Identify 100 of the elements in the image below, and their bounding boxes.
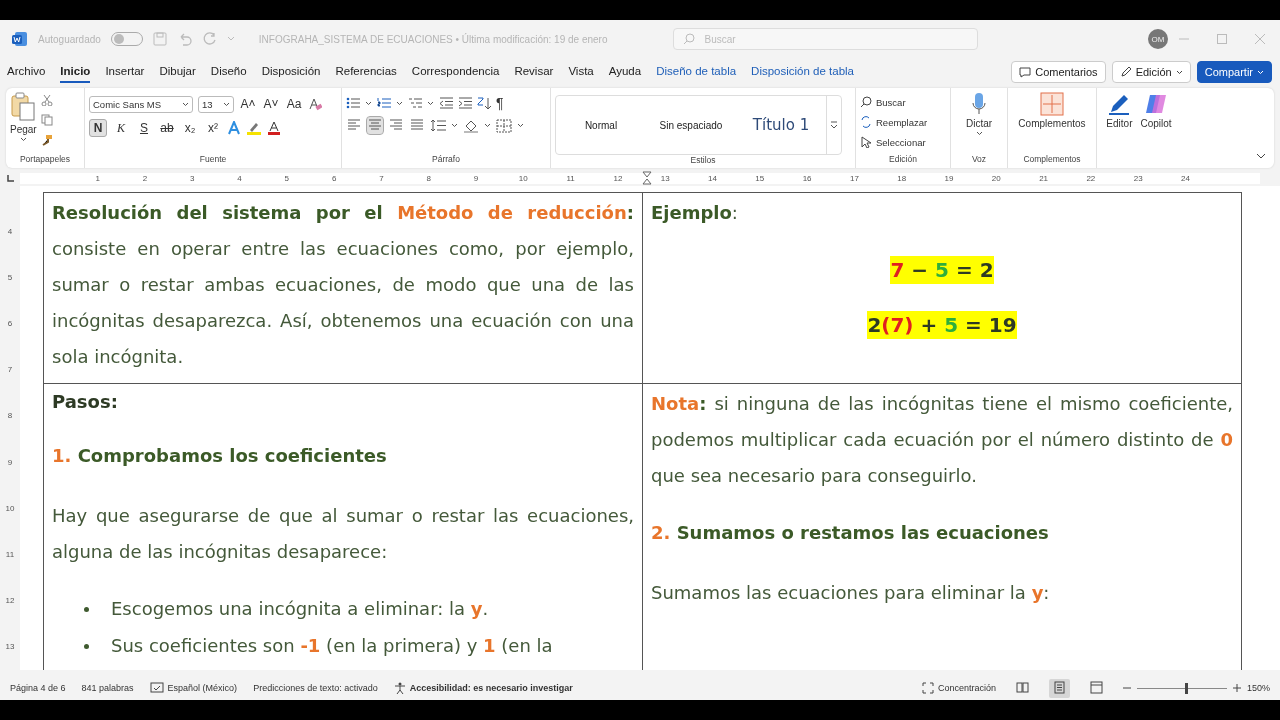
menu-tab[interactable]: Archivo — [7, 61, 46, 83]
menu-tab[interactable]: Ayuda — [608, 61, 642, 83]
plus-icon[interactable] — [1232, 684, 1241, 692]
font-name-dropdown[interactable]: Comic Sans MS — [89, 95, 193, 113]
ruler-number: 21 — [1039, 173, 1049, 183]
borders-icon[interactable] — [496, 118, 512, 133]
ruler-number: 5 — [7, 271, 13, 284]
menu-tab[interactable]: Insertar — [105, 61, 145, 83]
ruler-number: 13 — [660, 173, 670, 183]
add-ins-button[interactable]: Complementos — [1018, 118, 1086, 129]
zoom-level[interactable]: 150% — [1246, 683, 1270, 693]
focus-icon[interactable] — [921, 682, 934, 694]
microphone-icon[interactable] — [972, 92, 986, 116]
comments-button[interactable]: Comentarios — [1011, 61, 1106, 83]
ruler-number: 3 — [190, 173, 195, 183]
bullet-icon — [84, 643, 89, 649]
find-button[interactable]: Buscar — [860, 92, 906, 112]
menu-tab[interactable]: Disposición — [261, 61, 321, 83]
more-icon — [830, 121, 838, 129]
focus-button[interactable]: Concentración — [937, 683, 996, 693]
page-indicator[interactable]: Página 4 de 6 — [10, 683, 66, 693]
format-button[interactable]: N — [89, 119, 107, 137]
font-size-button[interactable]: A˄ — [239, 95, 257, 113]
menu-tab[interactable]: Diseño de tabla — [656, 61, 737, 83]
caret-icon — [975, 131, 983, 136]
clear-format-icon[interactable] — [308, 97, 322, 111]
style-option[interactable]: Normal — [556, 119, 646, 131]
zoom-slider-thumb[interactable] — [1185, 682, 1189, 694]
format-button[interactable]: ab — [158, 119, 176, 137]
minus-icon[interactable] — [1122, 684, 1131, 692]
style-option[interactable]: Título 1 — [736, 116, 826, 134]
copy-icon[interactable] — [40, 114, 53, 126]
menu-tab[interactable]: Vista — [568, 61, 594, 83]
menu-tab[interactable]: Disposición de tabla — [751, 61, 854, 83]
numbered-list-icon[interactable] — [377, 97, 391, 109]
collapse-ribbon-icon[interactable] — [1256, 153, 1266, 160]
ruler-number: 10 — [5, 502, 15, 515]
ruler-number: 20 — [991, 173, 1001, 183]
replace-button[interactable]: Reemplazar — [860, 112, 928, 132]
proofing-icon[interactable] — [149, 682, 164, 694]
editor-button[interactable]: Editor — [1106, 118, 1133, 129]
word-count[interactable]: 841 palabras — [81, 683, 134, 693]
word-logo-icon — [12, 31, 28, 47]
highlighted-equation: 2(7) + 5 = 19 — [867, 311, 1017, 339]
menu-tab[interactable]: Dibujar — [159, 61, 196, 83]
font-color-icon[interactable] — [267, 121, 281, 135]
cut-icon[interactable] — [40, 94, 53, 106]
share-button[interactable]: Compartir — [1196, 61, 1272, 83]
shading-icon[interactable] — [463, 118, 479, 133]
editor-icon[interactable] — [1107, 92, 1132, 116]
font-size-button[interactable]: A˅ — [262, 95, 280, 113]
select-button[interactable]: Seleccionar — [860, 132, 926, 152]
line-spacing-icon[interactable] — [430, 119, 446, 132]
tab-stop-icon[interactable] — [6, 174, 14, 182]
format-button[interactable]: K — [112, 119, 130, 137]
copilot-icon[interactable] — [1144, 92, 1169, 116]
format-button[interactable]: x² — [204, 119, 222, 137]
menu-tab[interactable]: Inicio — [60, 61, 91, 83]
sort-icon[interactable] — [477, 96, 491, 110]
ruler-number: 5 — [284, 173, 290, 183]
text-effects-icon[interactable] — [227, 121, 241, 135]
increase-indent-icon[interactable] — [458, 97, 472, 109]
multilevel-list-icon[interactable] — [408, 97, 422, 109]
editing-mode-button[interactable]: Edición — [1111, 61, 1191, 83]
group-label: Estilos — [689, 155, 717, 167]
indent-marker-icon[interactable] — [642, 171, 652, 185]
copilot-button[interactable]: Copilot — [1140, 118, 1172, 129]
autosave-toggle[interactable] — [110, 32, 143, 46]
text-predictions-label[interactable]: Predicciones de texto: activado — [253, 683, 378, 693]
paragraph-marks-button[interactable]: ¶ — [496, 95, 504, 111]
menu-tab[interactable]: Diseño — [210, 61, 247, 83]
accessibility-status[interactable]: Accesibilidad: es necesario investigar — [409, 683, 573, 693]
ruler-number: 11 — [566, 173, 575, 183]
format-button[interactable]: S — [135, 119, 153, 137]
align-center-button[interactable] — [367, 117, 383, 134]
style-option[interactable]: Sin espaciado — [646, 119, 736, 131]
menu-tab[interactable]: Referencias — [335, 61, 397, 83]
ruler-number: 8 — [426, 173, 431, 183]
user-avatar[interactable]: OM — [1148, 29, 1168, 49]
highlighter-icon[interactable] — [246, 121, 262, 135]
format-painter-icon[interactable] — [40, 134, 53, 146]
menu-tab[interactable]: Correspondencia — [411, 61, 500, 83]
font-size-dropdown[interactable]: 13 — [198, 95, 234, 113]
replace-icon — [860, 116, 872, 128]
decrease-indent-icon[interactable] — [439, 97, 453, 109]
search-field[interactable]: Buscar — [673, 28, 979, 50]
paste-icon[interactable] — [10, 92, 37, 122]
ruler-number: 22 — [1086, 173, 1096, 183]
menu-tab[interactable]: Revisar — [514, 61, 554, 83]
bullet-list-icon[interactable] — [346, 97, 360, 109]
ruler-number: 9 — [473, 173, 479, 183]
format-button[interactable]: x₂ — [181, 119, 199, 137]
font-size-button[interactable]: Aa — [285, 95, 303, 113]
paste-button[interactable]: Pegar — [10, 124, 37, 135]
paragraph: Nota: si ninguna de las incógnitas tiene el mismo coeficiente, podemos multiplicar cada ecuación por el número distinto de 0 que sea necesario para conseguirlo. — [651, 392, 1233, 488]
language-label[interactable]: Español (México) — [167, 683, 238, 693]
print-view-button[interactable] — [1048, 678, 1070, 698]
dictate-button[interactable]: Dictar — [965, 118, 993, 129]
ruler-number: 13 — [5, 641, 15, 654]
accessibility-icon[interactable] — [393, 682, 406, 694]
